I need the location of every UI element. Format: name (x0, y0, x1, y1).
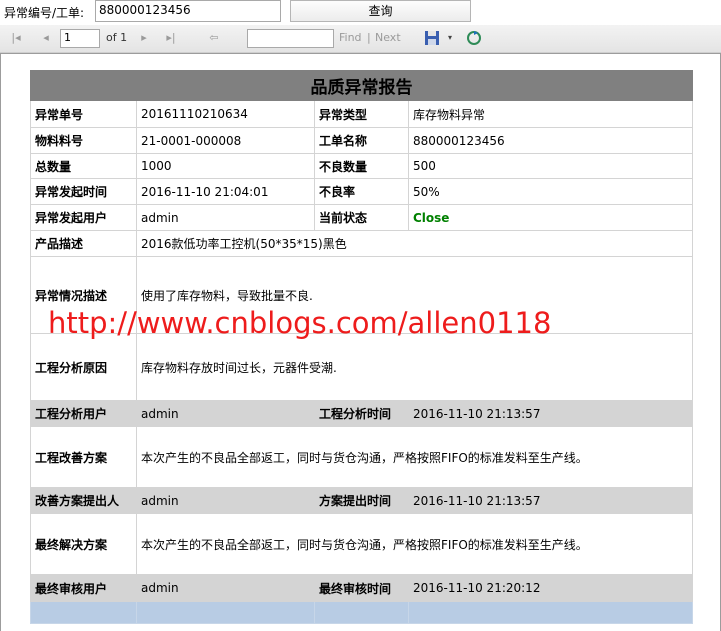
field-value: 库存物料存放时间过长，元器件受潮. (136, 333, 693, 401)
field-value: 库存物料异常 (408, 100, 693, 128)
field-value: 2016款低功率工控机(50*35*15)黑色 (136, 230, 693, 257)
table-row: 物料料号 21-0001-000008 工单名称 880000123456 (30, 127, 693, 154)
field-value: 500 (408, 153, 693, 179)
field-label: 改善方案提出人 (30, 487, 137, 514)
table-row: 工程分析用户 admin 工程分析时间 2016-11-10 21:13:57 (30, 400, 693, 427)
table-row: 异常发起用户 admin 当前状态 Close (30, 204, 693, 231)
search-label: 异常编号/工单: (4, 6, 85, 20)
field-value: admin (136, 204, 315, 231)
next-link[interactable]: Next (375, 31, 401, 44)
next-page-icon[interactable]: ▸ (136, 30, 152, 46)
field-value: 21-0001-000008 (136, 127, 315, 154)
watermark-text: http://www.cnblogs.com/allen0118 (48, 306, 552, 340)
field-value: 880000123456 (408, 127, 693, 154)
table-row: 工程分析原因 库存物料存放时间过长，元器件受潮. (30, 333, 693, 401)
report-toolbar: |◂ ◂ 1 of 1 ▸ ▸| ⇦ Find | Next ▾ (0, 25, 721, 53)
table-row (30, 601, 693, 624)
field-value: 2016-11-10 21:04:01 (136, 178, 315, 205)
last-page-icon[interactable]: ▸| (163, 30, 179, 46)
field-label: 最终审核时间 (314, 574, 409, 602)
field-label: 工程改善方案 (30, 426, 137, 488)
field-label: 异常单号 (30, 100, 137, 128)
search-input[interactable]: 880000123456 (95, 0, 281, 22)
field-label: 工程分析用户 (30, 400, 137, 427)
field-value: admin (136, 487, 315, 514)
field-label: 异常发起时间 (30, 178, 137, 205)
page-count: of 1 (106, 31, 128, 44)
field-label: 不良率 (314, 178, 409, 205)
field-label: 工程分析时间 (314, 400, 409, 427)
field-label: 总数量 (30, 153, 137, 179)
empty-cell (408, 601, 693, 624)
field-label: 异常类型 (314, 100, 409, 128)
table-row: 最终解决方案 本次产生的不良品全部返工，同时与货仓沟通，严格按照FIFO的标准发… (30, 513, 693, 575)
status-badge: Close (408, 204, 693, 231)
table-row: 异常单号 20161110210634 异常类型 库存物料异常 (30, 100, 693, 128)
refresh-icon[interactable] (466, 30, 482, 46)
field-label: 异常发起用户 (30, 204, 137, 231)
table-row: 异常发起时间 2016-11-10 21:04:01 不良率 50% (30, 178, 693, 205)
report-title-row: 品质异常报告 (30, 70, 693, 101)
field-value: 1000 (136, 153, 315, 179)
report-viewport[interactable]: 品质异常报告 异常单号 20161110210634 异常类型 库存物料异常 物… (0, 53, 721, 631)
table-row: 产品描述 2016款低功率工控机(50*35*15)黑色 (30, 230, 693, 257)
empty-cell (136, 601, 315, 624)
empty-cell (314, 601, 409, 624)
empty-cell (30, 601, 137, 624)
save-export-icon[interactable] (424, 30, 440, 46)
report-title: 品质异常报告 (30, 70, 693, 101)
prev-page-icon[interactable]: ◂ (38, 30, 54, 46)
field-label: 工单名称 (314, 127, 409, 154)
field-label: 产品描述 (30, 230, 137, 257)
find-input[interactable] (247, 29, 334, 48)
export-dropdown-icon[interactable]: ▾ (442, 30, 458, 46)
field-value: 2016-11-10 21:20:12 (408, 574, 693, 602)
field-label: 工程分析原因 (30, 333, 137, 401)
field-label: 最终解决方案 (30, 513, 137, 575)
table-row: 总数量 1000 不良数量 500 (30, 153, 693, 179)
search-button[interactable]: 查询 (290, 0, 471, 22)
field-label: 方案提出时间 (314, 487, 409, 514)
field-label: 物料料号 (30, 127, 137, 154)
back-icon[interactable]: ⇦ (206, 30, 222, 46)
field-label: 不良数量 (314, 153, 409, 179)
quality-report-table: 品质异常报告 异常单号 20161110210634 异常类型 库存物料异常 物… (30, 70, 693, 624)
table-row: 改善方案提出人 admin 方案提出时间 2016-11-10 21:13:57 (30, 487, 693, 514)
field-value: 2016-11-10 21:13:57 (408, 400, 693, 427)
find-link[interactable]: Find (339, 31, 362, 44)
field-value: admin (136, 400, 315, 427)
field-label: 当前状态 (314, 204, 409, 231)
toolbar-separator: | (367, 31, 371, 44)
field-value: 2016-11-10 21:13:57 (408, 487, 693, 514)
field-value: admin (136, 574, 315, 602)
field-value: 50% (408, 178, 693, 205)
search-bar: 异常编号/工单: 880000123456 查询 (0, 0, 721, 25)
field-value: 20161110210634 (136, 100, 315, 128)
page-number-input[interactable]: 1 (60, 29, 100, 48)
table-row: 最终审核用户 admin 最终审核时间 2016-11-10 21:20:12 (30, 574, 693, 602)
field-value: 本次产生的不良品全部返工，同时与货仓沟通，严格按照FIFO的标准发料至生产线。 (136, 426, 693, 488)
field-value: 本次产生的不良品全部返工，同时与货仓沟通，严格按照FIFO的标准发料至生产线。 (136, 513, 693, 575)
first-page-icon[interactable]: |◂ (8, 30, 24, 46)
table-row: 工程改善方案 本次产生的不良品全部返工，同时与货仓沟通，严格按照FIFO的标准发… (30, 426, 693, 488)
field-label: 最终审核用户 (30, 574, 137, 602)
